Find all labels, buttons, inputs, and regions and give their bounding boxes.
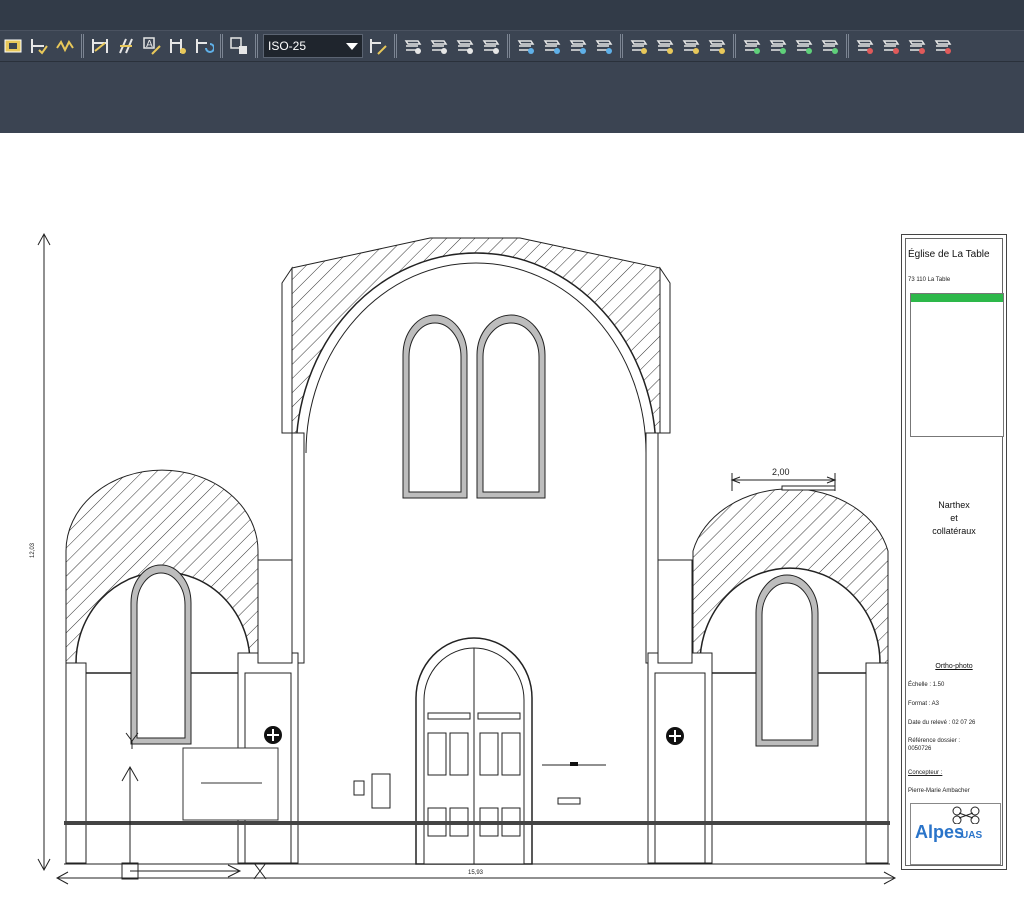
drawing-canvas[interactable]: 12,03 15,93 2,00 Église de La Table 73 1…	[0, 133, 1024, 900]
layer-off-icon[interactable]	[567, 35, 589, 57]
layer-merge-icon[interactable]	[767, 35, 789, 57]
survey-date-text: Date du relevé : 02 07 26	[908, 720, 976, 726]
width-dimension-label: 15,93	[468, 870, 484, 876]
inspect-dimension-icon[interactable]	[228, 35, 250, 57]
layer-lock-icon[interactable]	[680, 35, 702, 57]
dimension-break-icon[interactable]	[54, 35, 76, 57]
dimension-oblique-icon[interactable]	[167, 35, 189, 57]
dimension-style-icon[interactable]	[367, 35, 389, 57]
chevron-down-icon	[346, 42, 358, 50]
toolbar-separator	[620, 34, 623, 58]
drone-icon	[952, 806, 980, 825]
layer-previous-icon[interactable]	[541, 35, 563, 57]
toolbar-separator	[81, 34, 84, 58]
designer-name: Pierre-Marie Ambacher	[908, 788, 970, 794]
svg-text:A: A	[146, 39, 153, 50]
layer-color-icon[interactable]	[819, 35, 841, 57]
view-title-line3: collatéraux	[932, 526, 976, 536]
toolbar-separator	[846, 34, 849, 58]
location-plan-image	[910, 293, 1004, 437]
toolbar-separator	[255, 34, 258, 58]
title-bar	[0, 0, 1024, 30]
project-address: 73 110 La Table	[908, 277, 951, 283]
layer-lock-toggle-icon[interactable]	[932, 35, 954, 57]
reference-label: Référence dossier :	[908, 738, 961, 744]
dimension-style-value: ISO-25	[268, 39, 307, 53]
layer-tools-group	[400, 34, 956, 58]
scale-bar-label: 2,00	[772, 467, 790, 477]
layer-delete-icon[interactable]	[793, 35, 815, 57]
layer-walk-icon[interactable]	[741, 35, 763, 57]
dimension-layer-toolbar: A ISO-25	[0, 30, 1024, 62]
layer-plot-icon[interactable]	[880, 35, 902, 57]
layer-unisolate-icon[interactable]	[480, 35, 502, 57]
height-dimension-label: 12,03	[30, 542, 36, 558]
plan-vegetation	[911, 294, 1003, 302]
layer-states-icon[interactable]	[428, 35, 450, 57]
toolbar-separator	[733, 34, 736, 58]
ortho-photo-label: Ortho-photo	[935, 663, 973, 670]
layer-unlock-icon[interactable]	[706, 35, 728, 57]
toolbar-separator	[220, 34, 223, 58]
title-block: Église de La Table 73 110 La Table Narth…	[901, 234, 1007, 870]
view-title-line1: Narthex	[938, 500, 970, 510]
view-title-line2: et	[950, 513, 958, 523]
designer-label: Concepteur :	[908, 770, 943, 776]
logo-text-uas: UAS	[961, 830, 983, 841]
layer-freeze-icon[interactable]	[628, 35, 650, 57]
toolbar-separator	[507, 34, 510, 58]
dimension-style-dropdown[interactable]: ISO-25	[263, 34, 363, 58]
ribbon-empty-area	[0, 62, 1024, 133]
dimension-adjust-space-icon[interactable]	[89, 35, 111, 57]
dimension-update-icon[interactable]	[193, 35, 215, 57]
layer-isolate-icon[interactable]	[454, 35, 476, 57]
scale-text: Échelle : 1.50	[908, 682, 945, 688]
company-logo: Alpes UAS	[910, 803, 1001, 865]
layer-match-icon[interactable]	[515, 35, 537, 57]
project-title: Église de La Table	[908, 249, 990, 260]
dimension-icon[interactable]	[2, 35, 24, 57]
logo-text-alpes: Alpes	[915, 822, 965, 842]
layer-lineweight-icon[interactable]	[854, 35, 876, 57]
dimension-continue-icon[interactable]	[28, 35, 50, 57]
toolbar-separator	[394, 34, 397, 58]
format-text: Format : A3	[908, 701, 940, 707]
layer-transparency-icon[interactable]	[906, 35, 928, 57]
reference-value: 0050726	[908, 746, 932, 752]
elevation-drawing: 12,03 15,93 2,00	[30, 232, 897, 885]
dimension-text-edit-icon[interactable]: A	[141, 35, 163, 57]
layer-on-icon[interactable]	[593, 35, 615, 57]
layer-thaw-icon[interactable]	[654, 35, 676, 57]
layer-properties-icon[interactable]	[402, 35, 424, 57]
dimension-jogged-icon[interactable]	[115, 35, 137, 57]
